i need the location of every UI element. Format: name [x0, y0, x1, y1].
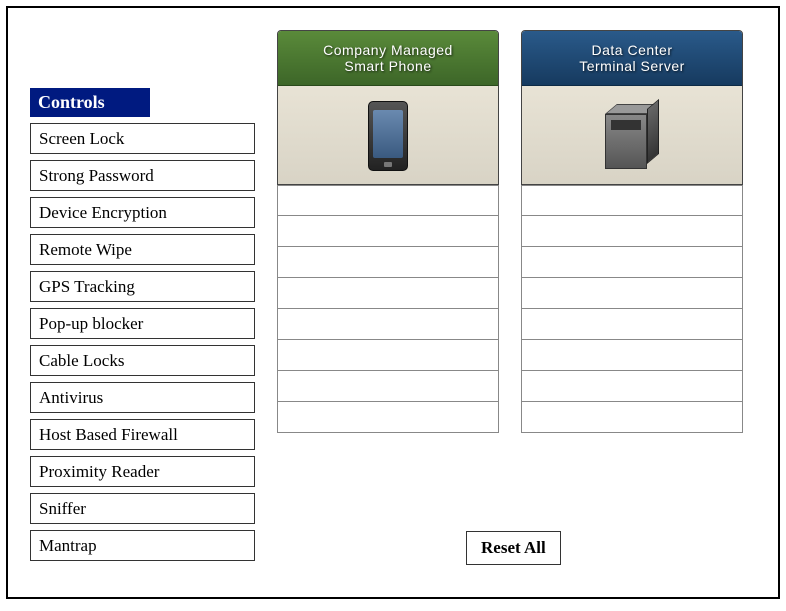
controls-header: Controls	[30, 88, 150, 117]
control-item[interactable]: Pop-up blocker	[30, 308, 255, 339]
layout-row: Controls Screen Lock Strong Password Dev…	[30, 30, 756, 567]
dropzone-title-bar: Company Managed Smart Phone	[278, 31, 498, 86]
drop-slot[interactable]	[522, 278, 742, 309]
drop-slot[interactable]	[278, 185, 498, 216]
reset-all-button[interactable]: Reset All	[466, 531, 561, 565]
dropzone-header: Company Managed Smart Phone	[277, 30, 499, 185]
control-item[interactable]: GPS Tracking	[30, 271, 255, 302]
control-item[interactable]: Device Encryption	[30, 197, 255, 228]
control-item[interactable]: Sniffer	[30, 493, 255, 524]
main-frame: Controls Screen Lock Strong Password Dev…	[6, 6, 780, 599]
control-item[interactable]: Mantrap	[30, 530, 255, 561]
dropzone-title-line2: Terminal Server	[522, 58, 742, 74]
drop-slot[interactable]	[278, 340, 498, 371]
control-item[interactable]: Host Based Firewall	[30, 419, 255, 450]
dropzone-title-line1: Company Managed	[278, 42, 498, 58]
dropzone-smart-phone[interactable]: Company Managed Smart Phone	[277, 30, 499, 433]
slot-list	[521, 185, 743, 433]
drop-slot[interactable]	[522, 216, 742, 247]
drop-slot[interactable]	[278, 216, 498, 247]
control-item[interactable]: Antivirus	[30, 382, 255, 413]
drop-slot[interactable]	[522, 185, 742, 216]
dropzone-image-area	[278, 86, 498, 185]
drop-slot[interactable]	[278, 278, 498, 309]
dropzone-terminal-server[interactable]: Data Center Terminal Server	[521, 30, 743, 433]
drop-slot[interactable]	[278, 247, 498, 278]
server-icon	[605, 104, 660, 169]
dropzone-title-line1: Data Center	[522, 42, 742, 58]
dropzone-header: Data Center Terminal Server	[521, 30, 743, 185]
drop-slot[interactable]	[278, 371, 498, 402]
slot-list	[277, 185, 499, 433]
drop-slot[interactable]	[278, 309, 498, 340]
drop-slot[interactable]	[522, 340, 742, 371]
smartphone-icon	[368, 101, 408, 171]
drop-slot[interactable]	[522, 371, 742, 402]
control-item[interactable]: Cable Locks	[30, 345, 255, 376]
drop-slot[interactable]	[522, 309, 742, 340]
drop-slot[interactable]	[522, 247, 742, 278]
control-item[interactable]: Remote Wipe	[30, 234, 255, 265]
control-item[interactable]: Proximity Reader	[30, 456, 255, 487]
dropzone-image-area	[522, 86, 742, 185]
dropzone-title-line2: Smart Phone	[278, 58, 498, 74]
control-item[interactable]: Strong Password	[30, 160, 255, 191]
drop-slot[interactable]	[278, 402, 498, 433]
controls-column: Controls Screen Lock Strong Password Dev…	[30, 88, 255, 567]
control-item[interactable]: Screen Lock	[30, 123, 255, 154]
drop-slot[interactable]	[522, 402, 742, 433]
dropzone-title-bar: Data Center Terminal Server	[522, 31, 742, 86]
